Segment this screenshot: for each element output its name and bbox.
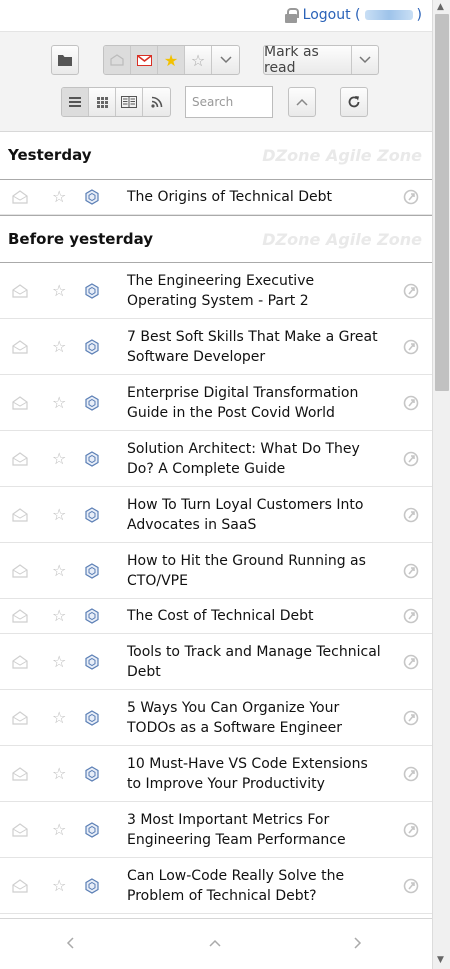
article-title[interactable]: Enterprise Digital Transformation Guide …: [0, 383, 432, 423]
star-outline-icon: ☆: [190, 50, 206, 70]
open-link-icon[interactable]: [403, 189, 419, 205]
book-icon: [121, 96, 137, 108]
list-view-button[interactable]: [62, 88, 89, 116]
list-item[interactable]: ☆ The Origins of Technical Debt: [0, 180, 432, 215]
open-link-icon[interactable]: [403, 766, 419, 782]
open-link-icon[interactable]: [403, 822, 419, 838]
gmail-filter-button[interactable]: [131, 46, 158, 74]
logout-label: Logout (: [302, 7, 361, 23]
mark-read-dropdown-button[interactable]: [352, 46, 378, 74]
open-link-icon[interactable]: [403, 654, 419, 670]
refresh-button[interactable]: [340, 87, 368, 117]
rss-icon: [150, 96, 162, 108]
mark-read-group: Mark as read: [263, 45, 379, 75]
unstarred-filter-button[interactable]: ☆: [185, 46, 212, 74]
reader-panel: Logout ( ) ★ ☆ Mark as read Search Yeste…: [0, 0, 432, 969]
toolbar: ★ ☆ Mark as read: [0, 32, 432, 132]
article-title[interactable]: Solution Architect: What Do They Do? A C…: [0, 439, 432, 479]
list-item[interactable]: ☆ How To Turn Loyal Customers Into Advoca…: [0, 487, 432, 543]
scroll-top-button[interactable]: [288, 87, 316, 117]
open-link-icon[interactable]: [403, 608, 419, 624]
article-title[interactable]: 7 Best Soft Skills That Make a Great Sof…: [0, 327, 432, 367]
mark-as-read-label: Mark as read: [264, 45, 319, 75]
chevron-right-icon: [354, 937, 362, 949]
article-title[interactable]: Can Low-Code Really Solve the Problem of…: [0, 866, 432, 906]
username-redacted: [364, 10, 413, 20]
open-link-icon[interactable]: [403, 710, 419, 726]
list-item[interactable]: ☆ Solution Architect: What Do They Do? A …: [0, 431, 432, 487]
article-title[interactable]: Tools to Track and Manage Technical Debt: [0, 642, 432, 682]
feed-view-button[interactable]: [143, 88, 170, 116]
bottom-navigation: [0, 918, 432, 969]
chevron-down-icon: [359, 56, 371, 64]
section-title: Yesterday: [8, 146, 92, 164]
section-header: Yesterday DZone Agile Zone: [0, 132, 432, 180]
open-link-icon[interactable]: [403, 563, 419, 579]
search-input[interactable]: [185, 86, 273, 118]
list-item[interactable]: ☆ Can Low-Code Really Solve the Problem o…: [0, 858, 432, 914]
filter-dropdown-button[interactable]: [212, 46, 239, 74]
star-filled-icon: ★: [163, 50, 179, 70]
list-icon: [69, 97, 81, 107]
filter-group: ★ ☆: [103, 45, 240, 75]
refresh-icon: [348, 96, 360, 108]
list-item[interactable]: ☆ The Engineering Executive Operating Sys…: [0, 263, 432, 319]
chevron-up-icon: [296, 98, 308, 106]
logout-link[interactable]: Logout ( ): [284, 7, 422, 23]
chevron-left-icon: [66, 937, 74, 949]
chevron-down-icon: [219, 56, 232, 64]
open-link-icon[interactable]: [403, 395, 419, 411]
scroll-down-arrow-icon[interactable]: ▼: [437, 955, 444, 965]
list-item[interactable]: ☆ 3 Most Important Metrics For Engineerin…: [0, 802, 432, 858]
section-header: Before yesterday DZone Agile Zone: [0, 215, 432, 263]
list-item[interactable]: ☆ 5 Ways You Can Organize Your TODOs as a…: [0, 690, 432, 746]
previous-button[interactable]: [60, 933, 80, 953]
reader-view-button[interactable]: [116, 88, 143, 116]
article-title[interactable]: The Cost of Technical Debt: [0, 606, 432, 626]
list-item[interactable]: ☆ Enterprise Digital Transformation Guide…: [0, 375, 432, 431]
folder-icon: [58, 55, 72, 66]
top-bar: Logout ( ): [0, 0, 432, 32]
unread-filter-button[interactable]: [104, 46, 131, 74]
scrollbar-thumb[interactable]: [435, 14, 449, 391]
open-link-icon[interactable]: [403, 878, 419, 894]
article-title[interactable]: 3 Most Important Metrics For Engineering…: [0, 810, 432, 850]
open-link-icon[interactable]: [403, 283, 419, 299]
section-source: DZone Agile Zone: [262, 230, 422, 249]
grid-view-button[interactable]: [89, 88, 116, 116]
folder-button[interactable]: [51, 45, 79, 75]
logout-suffix: ): [416, 7, 422, 23]
list-item[interactable]: ☆ 10 Must-Have VS Code Extensions to Impr…: [0, 746, 432, 802]
article-title[interactable]: How to Hit the Ground Running as CTO/VPE: [0, 551, 432, 591]
open-link-icon[interactable]: [403, 507, 419, 523]
scroll-up-arrow-icon[interactable]: ▲: [437, 2, 444, 12]
chevron-up-icon: [209, 939, 221, 947]
open-link-icon[interactable]: [403, 451, 419, 467]
mark-as-read-button[interactable]: Mark as read: [264, 46, 352, 74]
grid-icon: [96, 96, 108, 108]
article-title[interactable]: The Origins of Technical Debt: [0, 187, 432, 207]
envelope-open-icon: [110, 54, 124, 66]
article-title[interactable]: How To Turn Loyal Customers Into Advocat…: [0, 495, 432, 535]
list-item[interactable]: ☆ Tools to Track and Manage Technical Deb…: [0, 634, 432, 690]
open-link-icon[interactable]: [403, 339, 419, 355]
lock-icon: [284, 7, 299, 23]
article-list: Yesterday DZone Agile Zone ☆ The Origins of…: [0, 132, 432, 914]
section-title: Before yesterday: [8, 230, 154, 248]
article-title[interactable]: 5 Ways You Can Organize Your TODOs as a …: [0, 698, 432, 738]
vertical-scrollbar[interactable]: ▲ ▼: [432, 0, 450, 969]
article-title[interactable]: The Engineering Executive Operating Syst…: [0, 271, 432, 311]
list-item[interactable]: ☆ The Cost of Technical Debt: [0, 599, 432, 634]
view-mode-group: [61, 87, 171, 117]
section-source: DZone Agile Zone: [262, 146, 422, 165]
list-item[interactable]: ☆ 7 Best Soft Skills That Make a Great So…: [0, 319, 432, 375]
list-item[interactable]: ☆ How to Hit the Ground Running as CTO/VP…: [0, 543, 432, 599]
next-button[interactable]: [348, 933, 368, 953]
gmail-icon: [136, 54, 152, 66]
up-button[interactable]: [205, 933, 225, 953]
article-title[interactable]: 10 Must-Have VS Code Extensions to Impro…: [0, 754, 432, 794]
starred-filter-button[interactable]: ★: [158, 46, 185, 74]
